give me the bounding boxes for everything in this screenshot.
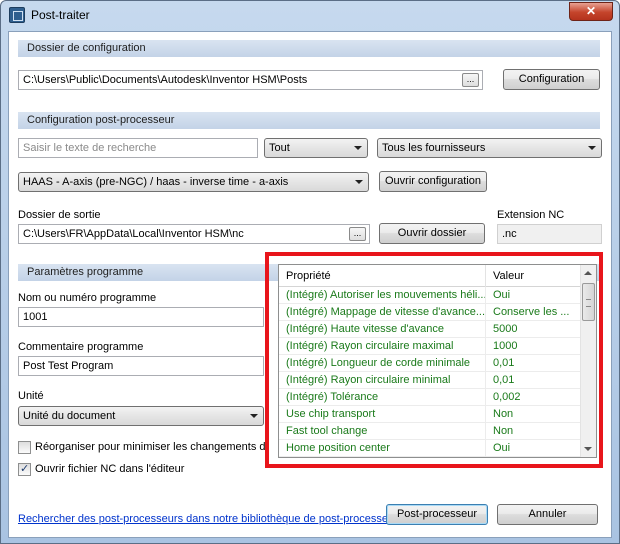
post-processor-select[interactable]: HAAS - A-axis (pre-NGC) / haas - inverse… — [18, 172, 369, 192]
post-library-link[interactable]: Rechercher des post-processeurs dans not… — [18, 513, 403, 525]
column-header-value[interactable]: Valeur — [486, 265, 582, 287]
property-name: (Intégré) Rayon circulaire maximal — [279, 338, 486, 355]
filter-select[interactable]: Tout — [264, 138, 368, 158]
property-row[interactable]: (Intégré) Longueur de corde minimale 0,01 — [279, 355, 582, 372]
vendor-select[interactable]: Tous les fournisseurs — [377, 138, 602, 158]
property-name: (Intégré) Rayon circulaire minimal — [279, 372, 486, 389]
open-nc-checkbox[interactable] — [18, 462, 31, 476]
config-folder-header: Dossier de configuration — [18, 40, 600, 57]
post-config-header: Configuration post-processeur — [18, 112, 600, 129]
property-name: Use chip transport — [279, 406, 486, 423]
chevron-down-icon — [355, 180, 363, 184]
property-value[interactable]: Non — [486, 406, 582, 423]
property-row[interactable]: (Intégré) Haute vitesse d'avance 5000 — [279, 321, 582, 338]
post-process-dialog: Post-traiter ✕ Dossier de configuration … — [0, 0, 620, 544]
cancel-button[interactable]: Annuler — [497, 504, 598, 525]
property-name: Fast tool change — [279, 423, 486, 440]
property-name: Home position center — [279, 440, 486, 457]
post-process-button[interactable]: Post-processeur — [386, 504, 488, 525]
property-value[interactable]: Oui — [486, 440, 582, 457]
reorder-checkbox[interactable] — [18, 441, 31, 454]
property-value[interactable]: Oui — [486, 287, 582, 304]
unit-select-value: Unité du document — [23, 410, 116, 422]
close-button[interactable]: ✕ — [569, 2, 613, 21]
property-row[interactable]: (Intégré) Rayon circulaire maximal 1000 — [279, 338, 582, 355]
vendor-select-value: Tous les fournisseurs — [382, 142, 486, 154]
open-configuration-button[interactable]: Ouvrir configuration — [379, 171, 487, 192]
property-row[interactable]: Use chip transport Non — [279, 406, 582, 423]
property-row[interactable]: (Intégré) Rayon circulaire minimal 0,01 — [279, 372, 582, 389]
property-value[interactable]: Conserve les ... — [486, 304, 582, 321]
property-row[interactable]: (Intégré) Autoriser les mouvements héli.… — [279, 287, 582, 304]
properties-grid[interactable]: Propriété Valeur (Intégré) Autoriser les… — [278, 264, 597, 458]
configuration-button[interactable]: Configuration — [503, 69, 600, 90]
column-header-property[interactable]: Propriété — [279, 265, 486, 287]
config-browse-button[interactable]: ... — [462, 73, 479, 87]
close-icon: ✕ — [585, 4, 597, 18]
program-number-label: Nom ou numéro programme — [18, 292, 157, 304]
property-name: (Intégré) Haute vitesse d'avance — [279, 321, 486, 338]
window-title: Post-traiter — [31, 8, 90, 22]
property-value[interactable]: 0,002 — [486, 389, 582, 406]
scroll-down-arrow-icon[interactable] — [584, 447, 592, 451]
property-row[interactable]: Home position center Oui — [279, 440, 582, 457]
property-row[interactable]: (Intégré) Tolérance 0,002 — [279, 389, 582, 406]
property-row[interactable]: Fast tool change Non — [279, 423, 582, 440]
filter-select-value: Tout — [269, 142, 290, 154]
vertical-scrollbar[interactable] — [580, 265, 596, 457]
property-value[interactable]: Non — [486, 423, 582, 440]
post-processor-value: HAAS - A-axis (pre-NGC) / haas - inverse… — [23, 176, 289, 188]
scroll-up-arrow-icon[interactable] — [584, 271, 592, 275]
program-comment-field[interactable]: Post Test Program — [18, 356, 264, 376]
property-name: (Intégré) Tolérance — [279, 389, 486, 406]
extension-field: .nc — [497, 224, 602, 244]
config-folder-field[interactable]: C:\Users\Public\Documents\Autodesk\Inven… — [18, 70, 483, 90]
property-value[interactable]: 1000 — [486, 338, 582, 355]
search-input[interactable]: Saisir le texte de recherche — [18, 138, 258, 158]
open-nc-label: Ouvrir fichier NC dans l'éditeur — [35, 463, 185, 475]
program-comment-label: Commentaire programme — [18, 341, 144, 353]
chevron-down-icon — [250, 414, 258, 418]
scroll-thumb[interactable] — [582, 283, 595, 321]
chevron-down-icon — [588, 146, 596, 150]
output-folder-field[interactable]: C:\Users\FR\AppData\Local\Inventor HSM\n… — [18, 224, 370, 244]
property-name: (Intégré) Longueur de corde minimale — [279, 355, 486, 372]
open-folder-button[interactable]: Ouvrir dossier — [379, 223, 485, 244]
extension-label: Extension NC — [497, 209, 565, 221]
title-bar[interactable]: Post-traiter ✕ — [1, 1, 619, 31]
property-name: (Intégré) Mappage de vitesse d'avance... — [279, 304, 486, 321]
reorder-label: Réorganiser pour minimiser les changemen… — [35, 441, 267, 453]
program-number-field[interactable]: 1001 — [18, 307, 264, 327]
unit-select[interactable]: Unité du document — [18, 406, 264, 426]
unit-label: Unité — [18, 390, 44, 402]
grid-header: Propriété Valeur — [279, 265, 582, 287]
chevron-down-icon — [354, 146, 362, 150]
property-value[interactable]: 0,01 — [486, 355, 582, 372]
output-browse-button[interactable]: ... — [349, 227, 366, 241]
property-value[interactable]: 5000 — [486, 321, 582, 338]
property-row[interactable]: (Intégré) Mappage de vitesse d'avance...… — [279, 304, 582, 321]
property-name: (Intégré) Autoriser les mouvements héli.… — [279, 287, 486, 304]
property-value[interactable]: 0,01 — [486, 372, 582, 389]
app-icon — [9, 7, 25, 23]
output-folder-label: Dossier de sortie — [18, 209, 101, 221]
